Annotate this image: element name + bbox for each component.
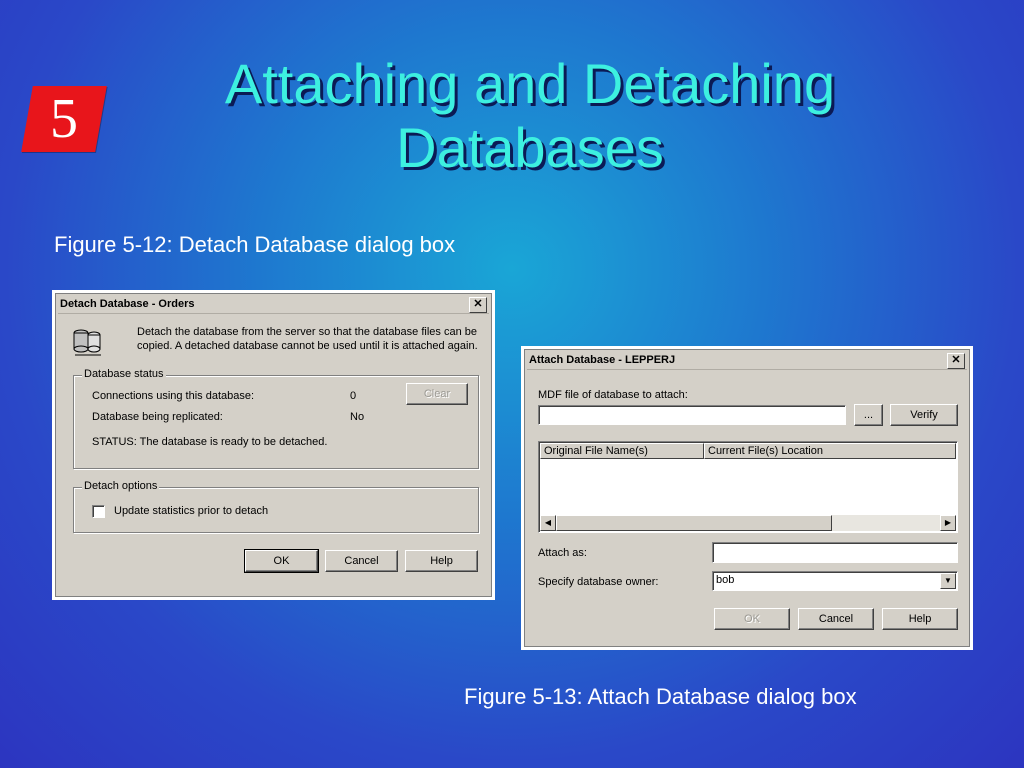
- attach-as-label: Attach as:: [538, 547, 587, 559]
- detach-ok-button[interactable]: OK: [244, 549, 319, 573]
- horizontal-scrollbar[interactable]: ◀ ▶: [540, 515, 956, 531]
- detach-options-label: Detach options: [82, 480, 160, 492]
- column-header-original-file[interactable]: Original File Name(s): [540, 443, 704, 459]
- attach-cancel-button[interactable]: Cancel: [798, 608, 874, 630]
- detach-cancel-button[interactable]: Cancel: [325, 550, 398, 572]
- database-owner-label: Specify database owner:: [538, 576, 659, 588]
- attach-dialog-titlebar: Attach Database - LEPPERJ ✕: [527, 351, 967, 370]
- attach-ok-button[interactable]: OK: [714, 608, 790, 630]
- attach-as-input[interactable]: [712, 542, 958, 563]
- mdf-file-input[interactable]: [538, 405, 846, 425]
- detach-description-line1: Detach the database from the server so t…: [137, 326, 477, 338]
- chevron-down-icon[interactable]: ▼: [940, 573, 956, 589]
- clear-button[interactable]: Clear: [406, 383, 468, 405]
- scroll-thumb[interactable]: [556, 515, 832, 531]
- slide-title-line2: Databases: [396, 116, 664, 179]
- chapter-number: 5: [50, 88, 78, 150]
- scroll-right-icon[interactable]: ▶: [940, 515, 956, 531]
- attach-database-dialog: Attach Database - LEPPERJ ✕ MDF file of …: [521, 346, 973, 650]
- update-statistics-checkbox[interactable]: [92, 505, 105, 518]
- caption-attach: Figure 5-13: Attach Database dialog box: [464, 684, 857, 709]
- detach-database-dialog: Detach Database - Orders ✕ Detach the da…: [52, 290, 495, 600]
- detach-help-button[interactable]: Help: [405, 550, 478, 572]
- database-owner-select[interactable]: bob ▼: [712, 571, 958, 591]
- detach-description-line2: copied. A detached database cannot be us…: [137, 340, 478, 352]
- scroll-left-icon[interactable]: ◀: [540, 515, 556, 531]
- attach-close-button[interactable]: ✕: [947, 353, 965, 369]
- mdf-file-label: MDF file of database to attach:: [538, 389, 688, 401]
- database-status-label: Database status: [82, 368, 166, 380]
- slide-title-line1: Attaching and Detaching: [224, 52, 836, 115]
- database-server-icon: [73, 329, 101, 356]
- connections-label: Connections using this database:: [92, 390, 255, 402]
- update-statistics-label: Update statistics prior to detach: [114, 505, 269, 517]
- database-files-listview[interactable]: Original File Name(s) Current File(s) Lo…: [538, 441, 958, 533]
- column-header-current-location[interactable]: Current File(s) Location: [704, 443, 956, 459]
- database-owner-value: bob: [716, 574, 735, 586]
- detach-dialog-titlebar: Detach Database - Orders ✕: [58, 295, 489, 314]
- detach-options-group: Detach options Update statistics prior t…: [73, 480, 479, 533]
- detach-dialog-title: Detach Database - Orders: [60, 298, 195, 310]
- connections-value: 0: [350, 390, 357, 402]
- verify-button[interactable]: Verify: [890, 404, 958, 426]
- caption-detach: Figure 5-12: Detach Database dialog box: [54, 232, 456, 257]
- browse-button[interactable]: ...: [854, 404, 883, 426]
- replicated-value: No: [350, 411, 365, 423]
- detach-close-button[interactable]: ✕: [469, 297, 487, 313]
- slide-title: Attaching and Detaching Databases: [150, 52, 910, 180]
- database-status-group: Database status Connections using this d…: [73, 368, 479, 469]
- replicated-label: Database being replicated:: [92, 411, 223, 423]
- detach-status-text: STATUS: The database is ready to be deta…: [92, 436, 328, 448]
- attach-help-button[interactable]: Help: [882, 608, 958, 630]
- attach-dialog-title: Attach Database - LEPPERJ: [529, 354, 676, 366]
